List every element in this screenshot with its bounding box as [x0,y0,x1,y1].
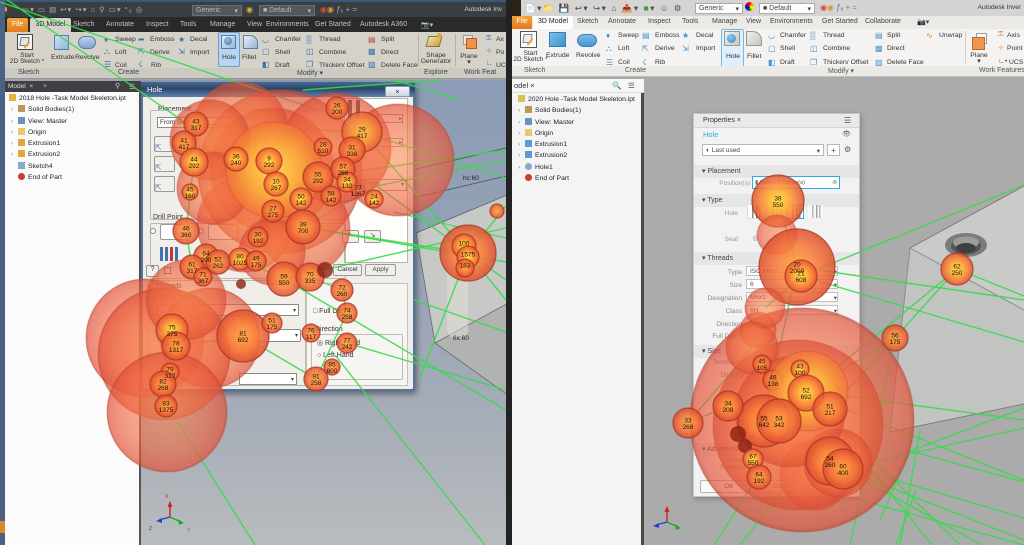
svg-text:100: 100 [459,241,470,248]
svg-text:200: 200 [332,109,343,116]
svg-text:608: 608 [796,277,807,284]
svg-text:117: 117 [306,334,317,341]
svg-text:1575: 1575 [461,252,476,259]
svg-text:132: 132 [342,183,353,190]
svg-text:417: 417 [179,144,190,151]
svg-text:700: 700 [298,228,309,235]
svg-text:262: 262 [213,263,224,270]
svg-text:292: 292 [313,178,324,185]
svg-text:260: 260 [825,462,836,469]
svg-text:142: 142 [296,200,307,207]
svg-text:105: 105 [757,365,768,372]
svg-text:100: 100 [795,370,806,377]
svg-text:275: 275 [268,212,279,219]
svg-text:550: 550 [748,460,759,467]
svg-text:375: 375 [167,331,178,338]
svg-text:292: 292 [189,163,200,170]
svg-text:183: 183 [460,263,471,270]
svg-text:692: 692 [801,394,812,401]
svg-text:360: 360 [181,232,192,239]
svg-text:268: 268 [683,424,694,431]
svg-text:175: 175 [267,324,278,331]
svg-text:338: 338 [347,151,358,158]
svg-text:342: 342 [774,422,785,429]
svg-text:317: 317 [187,268,198,275]
svg-text:400: 400 [838,470,849,477]
svg-text:335: 335 [305,278,316,285]
svg-text:142: 142 [369,200,380,207]
svg-text:175: 175 [251,262,262,269]
svg-text:292: 292 [264,162,275,169]
svg-text:1375: 1375 [159,407,174,414]
svg-text:550: 550 [279,280,290,287]
svg-text:1367: 1367 [351,191,366,198]
svg-text:317: 317 [191,125,202,132]
svg-text:208: 208 [723,407,734,414]
svg-text:600: 600 [327,368,338,375]
svg-text:200: 200 [201,257,212,264]
svg-text:192: 192 [754,478,765,485]
svg-text:260: 260 [337,291,348,298]
svg-text:258: 258 [311,380,322,387]
svg-text:175: 175 [890,339,901,346]
svg-text:1317: 1317 [169,347,184,354]
svg-text:367: 367 [198,278,209,285]
svg-text:242: 242 [342,344,353,351]
svg-text:417: 417 [357,133,368,140]
svg-text:550: 550 [773,202,784,209]
svg-text:142: 142 [326,197,337,204]
svg-text:250: 250 [952,270,963,277]
svg-text:642: 642 [759,422,770,429]
svg-text:160: 160 [185,193,196,200]
svg-text:267: 267 [271,185,282,192]
svg-text:1025: 1025 [233,260,248,267]
svg-text:217: 217 [825,410,836,417]
svg-text:138: 138 [768,381,779,388]
svg-text:692: 692 [238,337,249,344]
svg-text:240: 240 [231,160,242,167]
svg-text:510: 510 [318,148,329,155]
svg-text:258: 258 [342,314,353,321]
svg-text:268: 268 [158,385,169,392]
svg-text:192: 192 [253,238,264,245]
